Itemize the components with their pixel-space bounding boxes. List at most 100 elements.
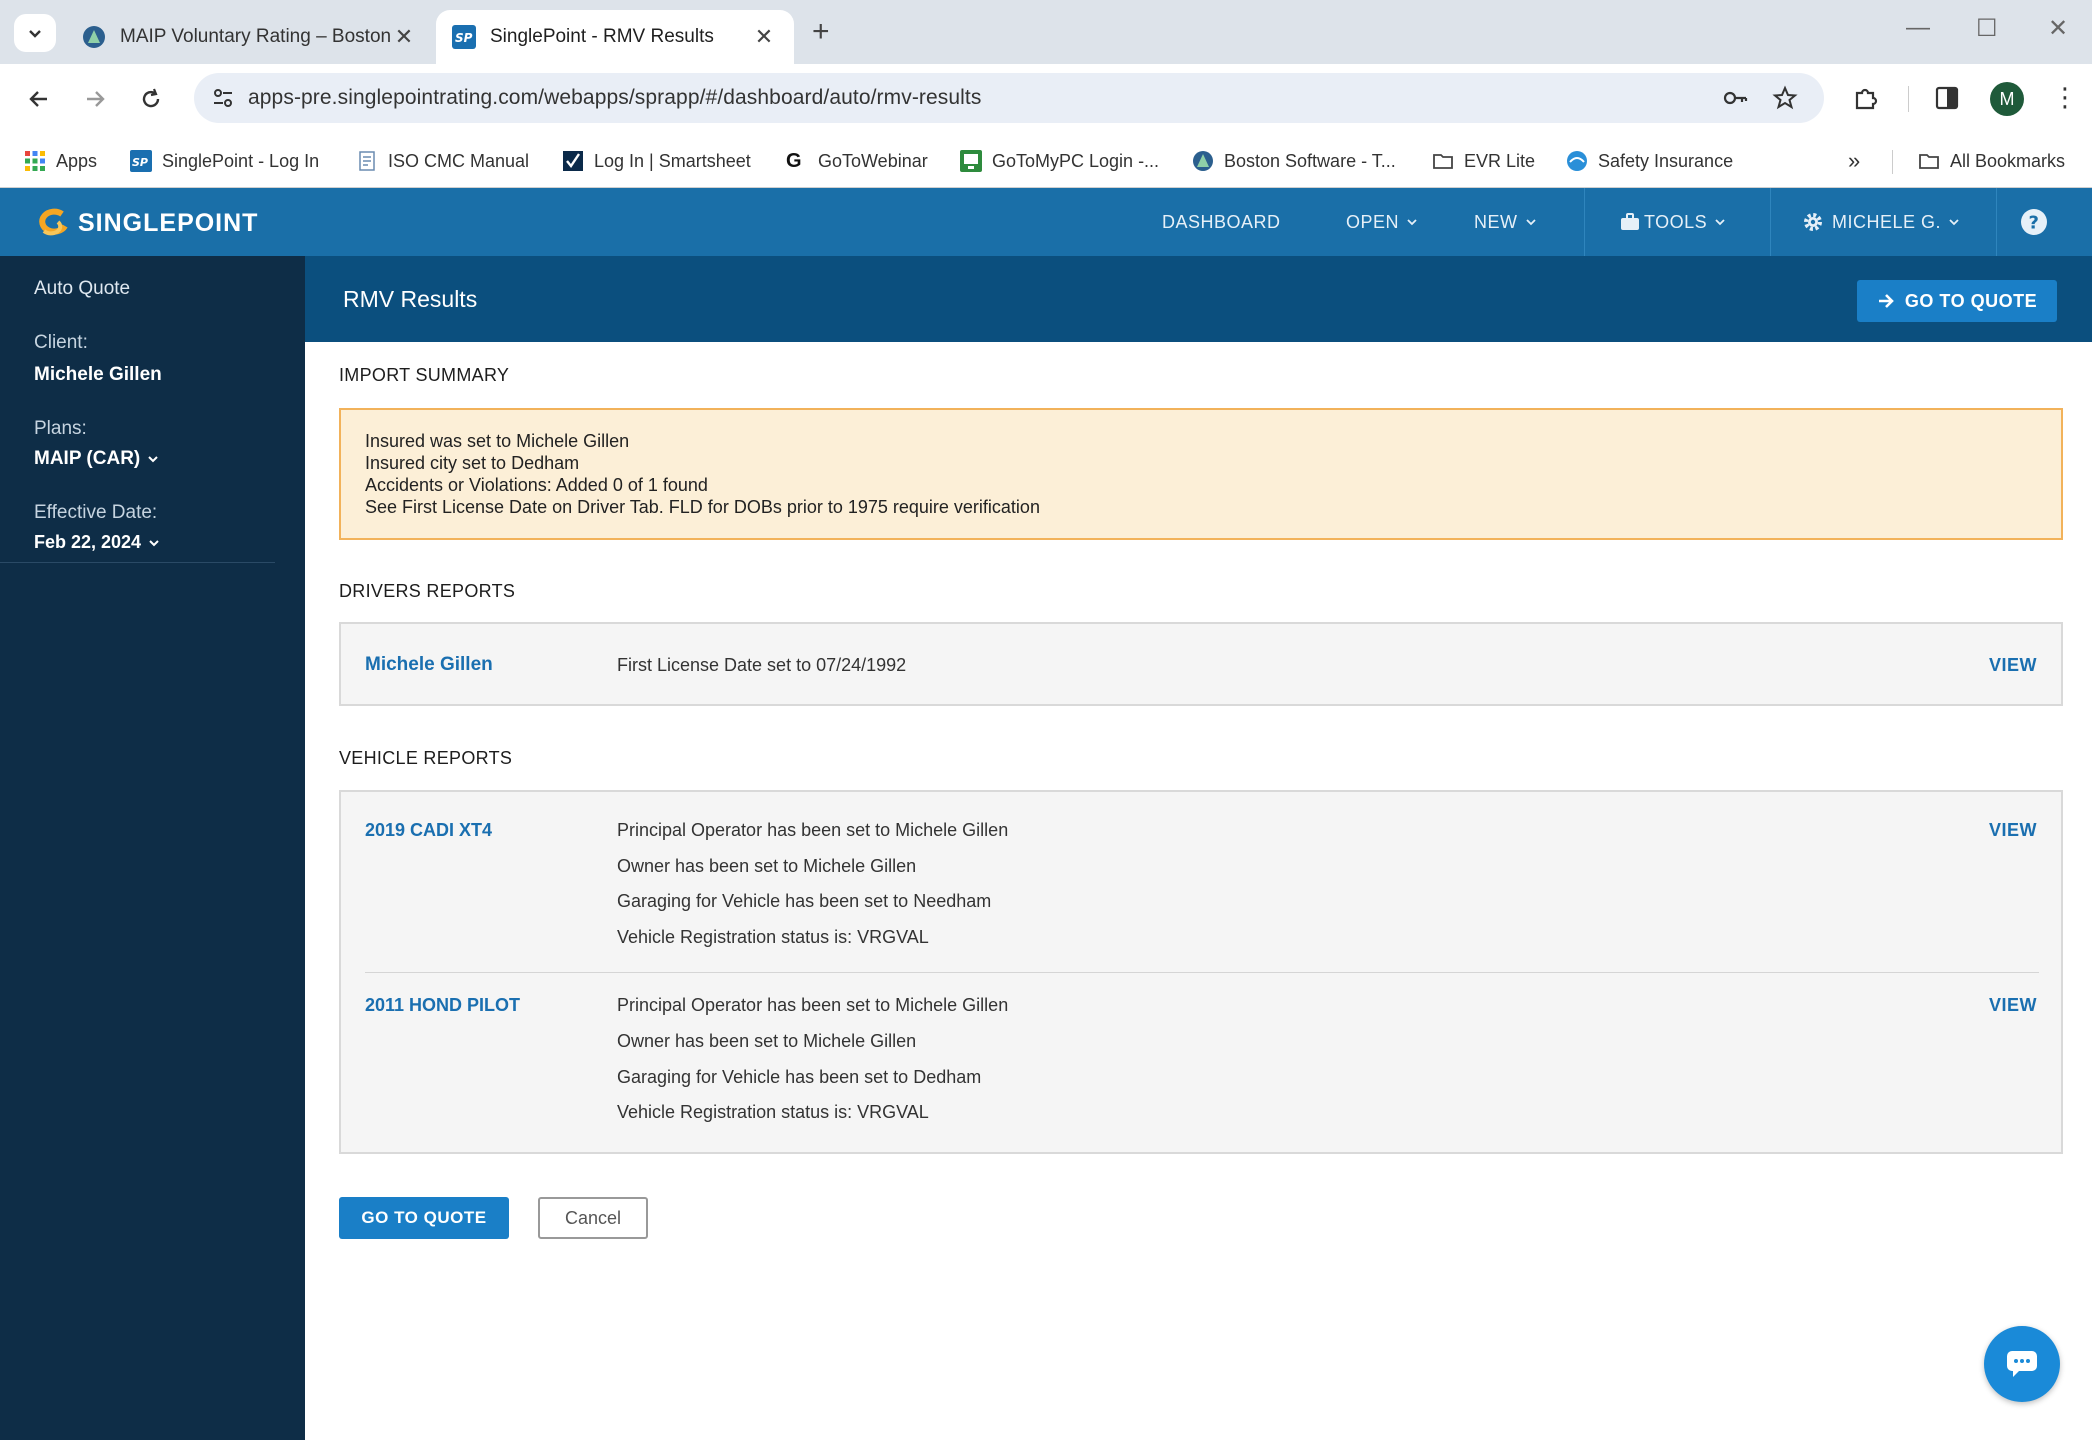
site-settings-icon[interactable]	[210, 85, 236, 111]
smartsheet-icon	[563, 151, 583, 171]
tab-rmv-results[interactable]: SP SinglePoint - RMV Results ✕	[436, 10, 794, 64]
nav-label: MICHELE G.	[1832, 211, 1942, 232]
button-label: GO TO QUOTE	[1904, 290, 2038, 311]
browser-tabstrip: MAIP Voluntary Rating – Boston ✕ SP Sing…	[0, 0, 2092, 64]
reload-button[interactable]	[134, 82, 168, 116]
toolbox-icon	[1621, 213, 1639, 230]
import-summary-notice: Insured was set to Michele Gillen Insure…	[339, 408, 2063, 540]
profile-avatar[interactable]: M	[1990, 82, 2024, 116]
vehicle-report-line: Vehicle Registration status is: VRGVAL	[617, 927, 929, 947]
svg-text:?: ?	[2029, 213, 2039, 234]
boston-software-icon	[1193, 151, 1213, 171]
plans-value: MAIP (CAR)	[34, 448, 141, 469]
vehicle-view-link[interactable]: VIEW	[1989, 995, 2037, 1016]
bookmark-iso-cmc[interactable]: ISO CMC Manual	[356, 146, 529, 176]
chat-icon	[2007, 1351, 2037, 1377]
arrow-right-icon	[1878, 294, 1894, 308]
bookmark-gotomypc[interactable]: GoToMyPC Login -...	[960, 146, 1159, 176]
minimize-icon[interactable]: —	[1906, 14, 1930, 42]
key-icon[interactable]	[1722, 85, 1748, 111]
bookmark-evr-lite[interactable]: EVR Lite	[1432, 146, 1535, 176]
effective-date-label: Effective Date:	[34, 502, 158, 523]
bookmark-label: Safety Insurance	[1598, 150, 1734, 171]
nav-label: NEW	[1474, 211, 1518, 232]
bookmark-gotowebinar[interactable]: G GoToWebinar	[786, 146, 928, 176]
nav-separator	[1770, 188, 1771, 256]
plans-dropdown[interactable]: MAIP (CAR)	[34, 448, 160, 470]
svg-text:SP: SP	[132, 156, 148, 169]
all-bookmarks[interactable]: All Bookmarks	[1918, 146, 2065, 176]
sidebar: Auto Quote Client: Michele Gillen Plans:…	[0, 256, 305, 1440]
go-to-quote-button-top[interactable]: GO TO QUOTE	[1857, 280, 2057, 322]
vehicle-name-link[interactable]: 2019 CADI XT4	[365, 820, 492, 841]
tab-maip[interactable]: MAIP Voluntary Rating – Boston ✕	[66, 10, 434, 64]
effective-date-dropdown[interactable]: Feb 22, 2024	[34, 532, 161, 553]
summary-line: Insured was set to Michele Gillen	[365, 431, 630, 451]
tab-search-button[interactable]	[14, 14, 56, 52]
app-header: SINGLEPOINT DASHBOARD OPEN NEW TOOLS MIC…	[0, 188, 2092, 256]
vehicle-report-line: Vehicle Registration status is: VRGVAL	[617, 1102, 929, 1122]
chevron-down-icon	[149, 539, 159, 546]
singlepoint-logo[interactable]: SINGLEPOINT	[32, 208, 258, 238]
side-panel-icon[interactable]	[1934, 85, 1960, 111]
star-icon[interactable]	[1772, 85, 1798, 111]
nav-tools[interactable]: TOOLS	[1620, 188, 1727, 256]
driver-view-link[interactable]: VIEW	[1989, 655, 2037, 676]
reload-icon	[142, 88, 160, 108]
bookmark-smartsheet[interactable]: Log In | Smartsheet	[562, 146, 751, 176]
bookmark-label: GoToWebinar	[818, 150, 928, 171]
gear-icon	[1804, 213, 1822, 231]
vehicle-view-link[interactable]: VIEW	[1989, 820, 2037, 841]
close-icon[interactable]: ✕	[750, 24, 778, 50]
effective-date-value: Feb 22, 2024	[34, 532, 142, 552]
bookmarks-bar: Apps SP SinglePoint - Log In ISO CMC Man…	[0, 134, 2092, 188]
more-bookmarks-icon[interactable]: »	[1848, 146, 1860, 176]
chevron-down-icon	[1525, 219, 1536, 226]
vehicle-report-line: Garaging for Vehicle has been set to Nee…	[617, 891, 992, 911]
maximize-icon[interactable]: ☐	[1976, 14, 1998, 43]
sidebar-section-title[interactable]: Auto Quote	[34, 278, 130, 300]
singlepoint-icon: SP	[130, 150, 152, 172]
client-name[interactable]: Michele Gillen	[34, 364, 162, 386]
bookmark-label: ISO CMC Manual	[388, 150, 530, 171]
nav-label: TOOLS	[1644, 211, 1708, 232]
bookmark-label: Boston Software - T...	[1224, 150, 1396, 171]
client-label: Client:	[34, 332, 88, 353]
close-icon[interactable]: ✕	[390, 24, 418, 50]
logo-text: SINGLEPOINT	[78, 208, 259, 237]
extensions-icon[interactable]	[1852, 84, 1880, 112]
nav-dashboard[interactable]: DASHBOARD	[1162, 188, 1281, 256]
vehicle-report-line: Owner has been set to Michele Gillen	[617, 1031, 917, 1051]
go-to-quote-button[interactable]: GO TO QUOTE	[339, 1197, 509, 1239]
summary-line: Accidents or Violations: Added 0 of 1 fo…	[365, 475, 708, 495]
driver-name-link[interactable]: Michele Gillen	[365, 654, 493, 676]
new-tab-button[interactable]: +	[812, 17, 830, 47]
arrow-left-icon	[29, 91, 47, 107]
help-icon[interactable]: ?	[2020, 208, 2048, 236]
vehicle-report-line: Garaging for Vehicle has been set to Ded…	[617, 1067, 982, 1087]
nav-new[interactable]: NEW	[1474, 188, 1538, 256]
bookmark-apps[interactable]: Apps	[24, 146, 97, 176]
bookmark-safety-insurance[interactable]: Safety Insurance	[1566, 146, 1733, 176]
browser-toolbar: apps-pre.singlepointrating.com/webapps/s…	[0, 64, 2092, 134]
cancel-button[interactable]: Cancel	[538, 1197, 648, 1239]
nav-user-menu[interactable]: MICHELE G.	[1802, 188, 1961, 256]
singlepoint-icon: SP	[452, 25, 476, 49]
bookmark-label: Log In | Smartsheet	[594, 150, 751, 171]
nav-open[interactable]: OPEN	[1346, 188, 1419, 256]
apps-grid-icon	[25, 151, 45, 171]
vehicle-name-link[interactable]: 2011 HOND PILOT	[365, 995, 520, 1016]
forward-button[interactable]	[78, 82, 112, 116]
chat-widget-button[interactable]	[1984, 1326, 2060, 1402]
back-button[interactable]	[22, 82, 56, 116]
plans-label: Plans:	[34, 418, 87, 439]
page-header: RMV Results GO TO QUOTE	[305, 256, 2092, 342]
svg-text:SP: SP	[455, 31, 473, 45]
close-window-icon[interactable]: ✕	[2048, 14, 2068, 43]
chevron-down-icon	[1949, 219, 1959, 226]
bookmark-singlepoint[interactable]: SP SinglePoint - Log In	[130, 146, 319, 176]
arrow-right-icon	[87, 91, 105, 107]
bookmark-boston-software[interactable]: Boston Software - T...	[1192, 146, 1396, 176]
menu-dots-icon[interactable]: ⋮	[2052, 84, 2078, 110]
address-bar[interactable]: apps-pre.singlepointrating.com/webapps/s…	[194, 73, 1824, 123]
